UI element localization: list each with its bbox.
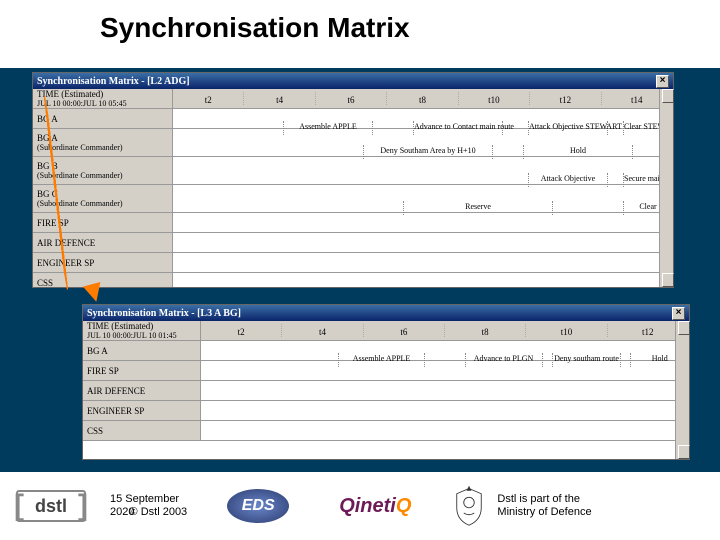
title-area: Synchronisation Matrix xyxy=(0,0,720,68)
scrollbar[interactable] xyxy=(675,321,689,459)
eds-logo: EDS xyxy=(227,489,289,523)
time-tick: t4 xyxy=(282,324,363,337)
time-tick: t8 xyxy=(387,92,458,105)
window-titlebar[interactable]: Synchronisation Matrix - [L3 A BG] × xyxy=(83,305,689,321)
activity-bar[interactable]: Attack Objective STEWART xyxy=(528,121,608,135)
date-block: 15 September 2020 © Dstl 2003 xyxy=(110,493,187,519)
activity-bar[interactable]: Hold xyxy=(523,145,633,159)
matrix-row: ENGINEER SP xyxy=(33,253,673,273)
page-title: Synchronisation Matrix xyxy=(100,12,720,44)
row-label: ENGINEER SP xyxy=(83,401,201,420)
time-label-cell: TIME (Estimated)JUL 10 00:00:JUL 10 01:4… xyxy=(83,321,201,340)
activity-bar[interactable]: Assemble APPLE xyxy=(283,121,373,135)
activity-bar[interactable]: Reserve xyxy=(403,201,553,215)
close-icon[interactable]: × xyxy=(672,307,685,320)
footer: dstl 15 September 2020 © Dstl 2003 EDS Q… xyxy=(0,472,720,540)
matrix-row: BG B(Subordinate Commander)Attack Object… xyxy=(33,157,673,185)
time-label-cell: TIME (Estimated)JUL 10 00:00:JUL 10 05:4… xyxy=(33,89,173,108)
mod-line: Ministry of Defence xyxy=(497,506,591,519)
matrix-row: CSS xyxy=(33,273,673,287)
row-label: ENGINEER SP xyxy=(33,253,173,272)
time-tick: t10 xyxy=(526,324,607,337)
mod-text: Dstl is part of the Ministry of Defence xyxy=(497,493,591,519)
matrix-row: BG AAssemble APPLEAdvance to Contact mai… xyxy=(33,109,673,129)
row-label: AIR DEFENCE xyxy=(33,233,173,252)
matrix-window-l2: Synchronisation Matrix - [L2 ADG] × TIME… xyxy=(32,72,674,288)
scrollbar[interactable] xyxy=(659,89,673,287)
mod-line: Dstl is part of the xyxy=(497,493,591,506)
time-tick: t2 xyxy=(201,324,282,337)
mod-crest-icon xyxy=(451,485,487,527)
activity-bar[interactable]: Deny southam route xyxy=(552,353,620,367)
matrix-row: AIR DEFENCE xyxy=(33,233,673,253)
time-tick: t4 xyxy=(244,92,315,105)
matrix-row: CSS xyxy=(83,421,689,441)
time-tick: t6 xyxy=(316,92,387,105)
row-label: AIR DEFENCE xyxy=(83,381,201,400)
row-label: BG A xyxy=(33,109,173,128)
date-line: 2020 © Dstl 2003 xyxy=(110,506,187,519)
time-tick: t6 xyxy=(364,324,445,337)
row-label: CSS xyxy=(83,421,201,440)
row-label: CSS xyxy=(33,273,173,287)
matrix-row: FIRE SP xyxy=(33,213,673,233)
matrix-grid: TIME (Estimated)JUL 10 00:00:JUL 10 05:4… xyxy=(33,89,673,287)
dstl-logo: dstl xyxy=(16,490,86,522)
activity-bar[interactable]: Advance to PLGN xyxy=(465,353,543,367)
time-tick: t2 xyxy=(173,92,244,105)
matrix-grid: TIME (Estimated)JUL 10 00:00:JUL 10 01:4… xyxy=(83,321,689,459)
window-titlebar[interactable]: Synchronisation Matrix - [L2 ADG] × xyxy=(33,73,673,89)
window-title: Synchronisation Matrix - [L3 A BG] xyxy=(87,308,241,319)
matrix-row: AIR DEFENCE xyxy=(83,381,689,401)
time-tick: t10 xyxy=(459,92,530,105)
activity-bar[interactable]: Assemble APPLE xyxy=(338,353,426,367)
activity-bar[interactable]: Advance to Contact main route xyxy=(413,121,503,135)
qinetiq-logo: QinetiQ xyxy=(339,495,411,518)
window-title: Synchronisation Matrix - [L2 ADG] xyxy=(37,76,190,87)
activity-bar[interactable]: Attack Objective xyxy=(528,173,608,187)
matrix-row: BG C(Subordinate Commander)ReserveClear xyxy=(33,185,673,213)
panel-area: Synchronisation Matrix - [L2 ADG] × TIME… xyxy=(0,68,720,472)
row-label: FIRE SP xyxy=(83,361,201,380)
matrix-window-l3: Synchronisation Matrix - [L3 A BG] × TIM… xyxy=(82,304,690,460)
time-tick: t8 xyxy=(445,324,526,337)
row-label: BG A xyxy=(83,341,201,360)
matrix-row: ENGINEER SP xyxy=(83,401,689,421)
matrix-row: BG AAssemble APPLEAdvance to PLGNDeny so… xyxy=(83,341,689,361)
activity-bar[interactable]: Deny Southam Area by H+10 xyxy=(363,145,493,159)
date-line: 15 September xyxy=(110,493,187,506)
time-tick: t12 xyxy=(530,92,601,105)
close-icon[interactable]: × xyxy=(656,75,669,88)
